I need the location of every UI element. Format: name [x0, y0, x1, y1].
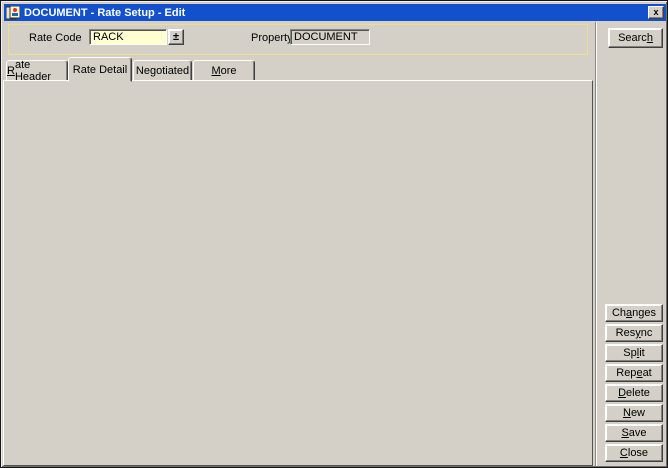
split-button[interactable]: Split	[605, 344, 663, 362]
tab-rate-detail[interactable]: Rate Detail	[68, 57, 132, 82]
new-button[interactable]: New	[605, 404, 663, 422]
tab-negotiated[interactable]: Negotiated	[133, 60, 192, 81]
tab-page	[3, 80, 593, 466]
repeat-button[interactable]: Repeat	[605, 364, 663, 382]
search-button[interactable]: Search	[608, 28, 663, 48]
app-icon	[6, 6, 20, 20]
save-button[interactable]: Save	[605, 424, 663, 442]
resync-button[interactable]: Resync	[605, 324, 663, 342]
rate-code-dropdown-icon[interactable]: ±	[168, 29, 184, 45]
delete-button[interactable]: Delete	[605, 384, 663, 402]
close-button[interactable]: Close	[605, 444, 663, 462]
property-field	[290, 29, 370, 45]
panel-divider	[595, 22, 597, 466]
window-title: DOCUMENT - Rate Setup - Edit	[24, 7, 648, 19]
close-icon[interactable]: x	[648, 6, 664, 19]
rate-setup-window: DOCUMENT - Rate Setup - Edit x Rate Code…	[0, 0, 668, 468]
tab-rate-header[interactable]: Rate Header	[6, 60, 68, 81]
tab-more[interactable]: More	[193, 60, 255, 81]
changes-button[interactable]: Changes	[605, 304, 663, 322]
title-bar: DOCUMENT - Rate Setup - Edit x	[4, 4, 666, 21]
rate-code-label: Rate Code	[29, 32, 82, 44]
rate-code-input[interactable]	[89, 29, 167, 45]
property-label: Property	[251, 32, 293, 44]
